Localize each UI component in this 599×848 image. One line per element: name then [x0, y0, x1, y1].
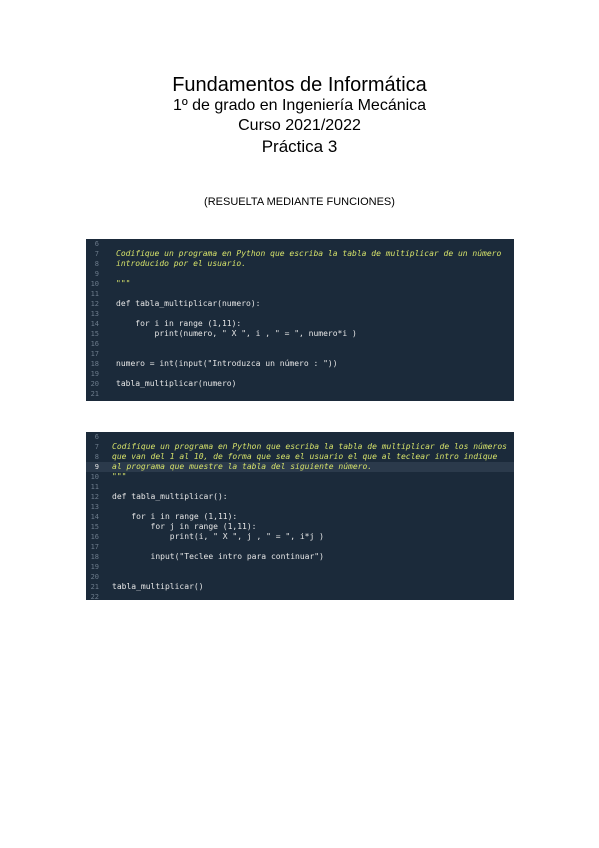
code-text: Codifique un programa en Python que escr…	[112, 442, 507, 451]
solution-note: (RESUELTA MEDIANTE FUNCIONES)	[204, 196, 395, 208]
code-line: 6	[86, 432, 514, 442]
line-number: 6	[94, 240, 99, 248]
line-number: 11	[90, 483, 99, 491]
line-number: 17	[90, 543, 99, 551]
code-line: 11	[86, 289, 514, 299]
code-screenshot-1: 6 7 Codifique un programa en Python que e…	[86, 239, 514, 401]
code-line: 19	[86, 562, 514, 572]
practice-title: Práctica 3	[261, 137, 338, 156]
code-line: 20	[86, 572, 514, 582]
code-line: 8 introducido por el usuario.	[86, 259, 514, 269]
code-line: 17	[86, 542, 514, 552]
code-text: def tabla_multiplicar(numero):	[116, 299, 261, 308]
code-text: al programa que muestre la tabla del sig…	[112, 462, 373, 471]
line-number: 7	[94, 250, 99, 258]
code-text: print(numero, " X ", i , " = ", numero*i…	[116, 329, 357, 338]
code-line: 21 tabla_multiplicar()	[86, 582, 514, 592]
line-number: 11	[90, 290, 99, 298]
code-text: que van del 1 al 10, de forma que sea el…	[112, 452, 498, 461]
line-number: 12	[90, 493, 99, 501]
line-number: 19	[90, 563, 99, 571]
code-text: tabla_multiplicar(numero)	[116, 379, 237, 388]
code-line: 18 numero = int(input("Introduzca un núme…	[86, 359, 514, 369]
code-line: 10 """	[86, 279, 514, 289]
line-number: 8	[94, 260, 99, 268]
code-line: 21	[86, 389, 514, 399]
code-text: print(i, " X ", j , " = ", i*j )	[112, 532, 324, 541]
year-line: Curso 2021/2022	[238, 117, 361, 134]
code-line: 12 def tabla_multiplicar():	[86, 492, 514, 502]
line-number: 16	[90, 533, 99, 541]
line-number: 21	[90, 583, 99, 591]
code-text: numero = int(input("Introduzca un número…	[116, 359, 338, 368]
code-line: 8 que van del 1 al 10, de forma que sea e…	[86, 452, 514, 462]
line-number: 14	[90, 513, 99, 521]
line-number: 15	[90, 330, 99, 338]
code-text: for j in range (1,11):	[112, 522, 257, 531]
code-line: 18 input("Teclee intro para continuar")	[86, 552, 514, 562]
line-number: 7	[94, 443, 99, 451]
line-number: 13	[90, 503, 99, 511]
code-line: 14 for i in range (1,11):	[86, 512, 514, 522]
line-number: 20	[90, 573, 99, 581]
course-line: 1º de grado en Ingeniería Mecánica	[172, 97, 427, 114]
code-line: 9	[86, 269, 514, 279]
code-text: introducido por el usuario.	[116, 259, 247, 268]
line-number: 21	[90, 390, 99, 398]
code-line: 20 tabla_multiplicar(numero)	[86, 379, 514, 389]
code-text: """	[112, 472, 127, 481]
line-number: 9	[94, 270, 99, 278]
code-screenshot-2: 6 7 Codifique un programa en Python que e…	[86, 432, 514, 600]
line-number: 18	[90, 360, 99, 368]
code-line: 17	[86, 349, 514, 359]
code-line: 13	[86, 502, 514, 512]
line-number: 8	[94, 453, 99, 461]
line-number: 6	[94, 433, 99, 441]
document-title: Fundamentos de Informática	[172, 74, 427, 96]
code-text: input("Teclee intro para continuar")	[112, 552, 324, 561]
code-text: Codifique un programa en Python que escr…	[116, 249, 502, 258]
code-line: 13	[86, 309, 514, 319]
code-line: 7 Codifique un programa en Python que esc…	[86, 249, 514, 259]
code-text: for i in range (1,11):	[116, 319, 242, 328]
code-line: 19	[86, 369, 514, 379]
line-number: 19	[90, 370, 99, 378]
code-line: 16 print(i, " X ", j , " = ", i*j )	[86, 532, 514, 542]
code-text: for i in range (1,11):	[112, 512, 238, 521]
line-number: 16	[90, 340, 99, 348]
code-line: 10 """	[86, 472, 514, 482]
code-line: 15 print(numero, " X ", i , " = ", numer…	[86, 329, 514, 339]
line-number: 20	[90, 380, 99, 388]
code-text: """	[116, 279, 131, 288]
line-number: 22	[90, 593, 99, 600]
code-line: 12 def tabla_multiplicar(numero):	[86, 299, 514, 309]
line-number: 9	[94, 463, 99, 471]
line-number: 13	[90, 310, 99, 318]
line-number: 18	[90, 553, 99, 561]
code-line: 6	[86, 239, 514, 249]
line-number: 10	[90, 280, 99, 288]
line-number: 17	[90, 350, 99, 358]
line-number: 15	[90, 523, 99, 531]
code-line: 15 for j in range (1,11):	[86, 522, 514, 532]
code-line: 22	[86, 592, 514, 600]
code-line: 14 for i in range (1,11):	[86, 319, 514, 329]
line-number: 10	[90, 473, 99, 481]
document-header: Fundamentos de Informática 1º de grado e…	[0, 74, 599, 157]
code-line: 7 Codifique un programa en Python que esc…	[86, 442, 514, 452]
line-number: 14	[90, 320, 99, 328]
code-line: 11	[86, 482, 514, 492]
code-text: def tabla_multiplicar():	[112, 492, 228, 501]
code-text: tabla_multiplicar()	[112, 582, 204, 591]
code-line: 16	[86, 339, 514, 349]
code-line-current: 9 al programa que muestre la tabla del si…	[86, 462, 514, 472]
line-number: 12	[90, 300, 99, 308]
